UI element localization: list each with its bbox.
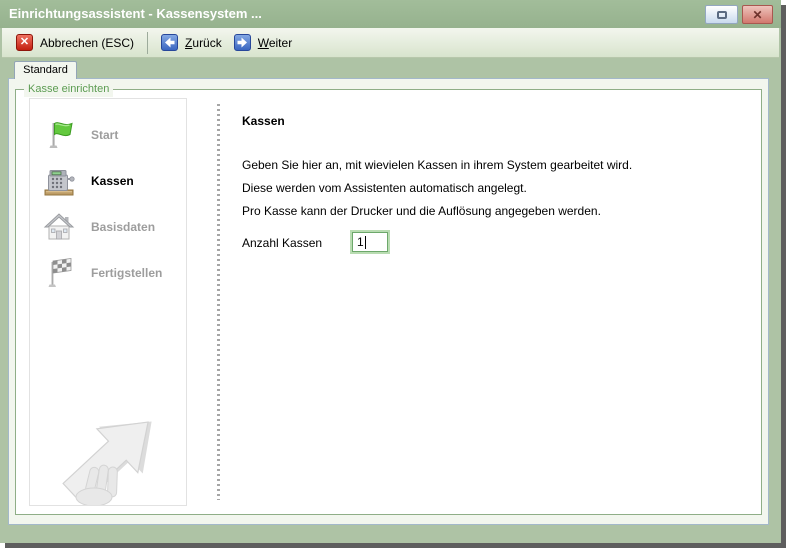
back-label: Zurück: [185, 36, 222, 50]
sidebar-item-label: Start: [91, 128, 118, 142]
toolbar: ✕ Abbrechen (ESC) Zurück Weiter: [2, 28, 779, 58]
arrow-left-icon: [161, 34, 178, 51]
next-label: Weiter: [258, 36, 292, 50]
arrow-up-right-watermark-icon: [32, 409, 186, 505]
next-button[interactable]: Weiter: [234, 34, 292, 51]
sidebar-item-kassen[interactable]: Kassen: [42, 159, 180, 203]
back-button[interactable]: Zurück: [161, 34, 222, 51]
anzahl-kassen-label: Anzahl Kassen: [242, 236, 322, 250]
page-title: Kassen: [242, 114, 285, 128]
green-flag-icon: [42, 118, 76, 152]
checkered-flag-icon: [42, 256, 76, 290]
restore-button[interactable]: [705, 5, 738, 24]
sidebar-item-basisdaten[interactable]: Basisdaten: [42, 205, 180, 249]
toolbar-separator: [147, 32, 148, 54]
groupbox-kasse-einrichten: Kasse einrichten Start: [15, 89, 762, 515]
titlebar: Einrichtungsassistent - Kassensystem ...…: [0, 0, 781, 28]
cancel-x-icon: ✕: [16, 34, 33, 51]
tab-standard[interactable]: Standard: [14, 61, 77, 79]
window-title: Einrichtungsassistent - Kassensystem ...: [9, 0, 262, 28]
text-caret: [365, 236, 366, 249]
restore-window-icon: [717, 11, 727, 19]
instruction-line: Diese werden vom Assistenten automatisch…: [242, 181, 527, 195]
arrow-right-icon: [234, 34, 251, 51]
tab-panel: Kasse einrichten Start: [8, 78, 769, 525]
instruction-line: Pro Kasse kann der Drucker und die Auflö…: [242, 204, 601, 218]
wizard-window: Einrichtungsassistent - Kassensystem ...…: [0, 0, 781, 543]
abort-button[interactable]: ✕ Abbrechen (ESC): [16, 34, 134, 51]
close-button[interactable]: ✕: [742, 5, 773, 24]
house-icon: [42, 210, 76, 244]
sidebar-item-label: Basisdaten: [91, 220, 155, 234]
groupbox-label: Kasse einrichten: [24, 82, 113, 97]
sidebar-item-label: Kassen: [91, 174, 134, 188]
instruction-line: Geben Sie hier an, mit wievielen Kassen …: [242, 158, 632, 172]
wizard-steps-sidebar: Start Kassen: [29, 98, 187, 506]
vertical-dotted-separator: [217, 104, 220, 500]
sidebar-item-label: Fertigstellen: [91, 266, 162, 280]
anzahl-kassen-value: 1: [357, 235, 364, 249]
cash-register-icon: [42, 164, 76, 198]
close-icon: ✕: [752, 8, 762, 22]
sidebar-item-fertigstellen[interactable]: Fertigstellen: [42, 251, 180, 295]
anzahl-kassen-input[interactable]: 1: [352, 232, 388, 252]
sidebar-item-start[interactable]: Start: [42, 113, 180, 157]
abort-label: Abbrechen (ESC): [40, 36, 134, 50]
